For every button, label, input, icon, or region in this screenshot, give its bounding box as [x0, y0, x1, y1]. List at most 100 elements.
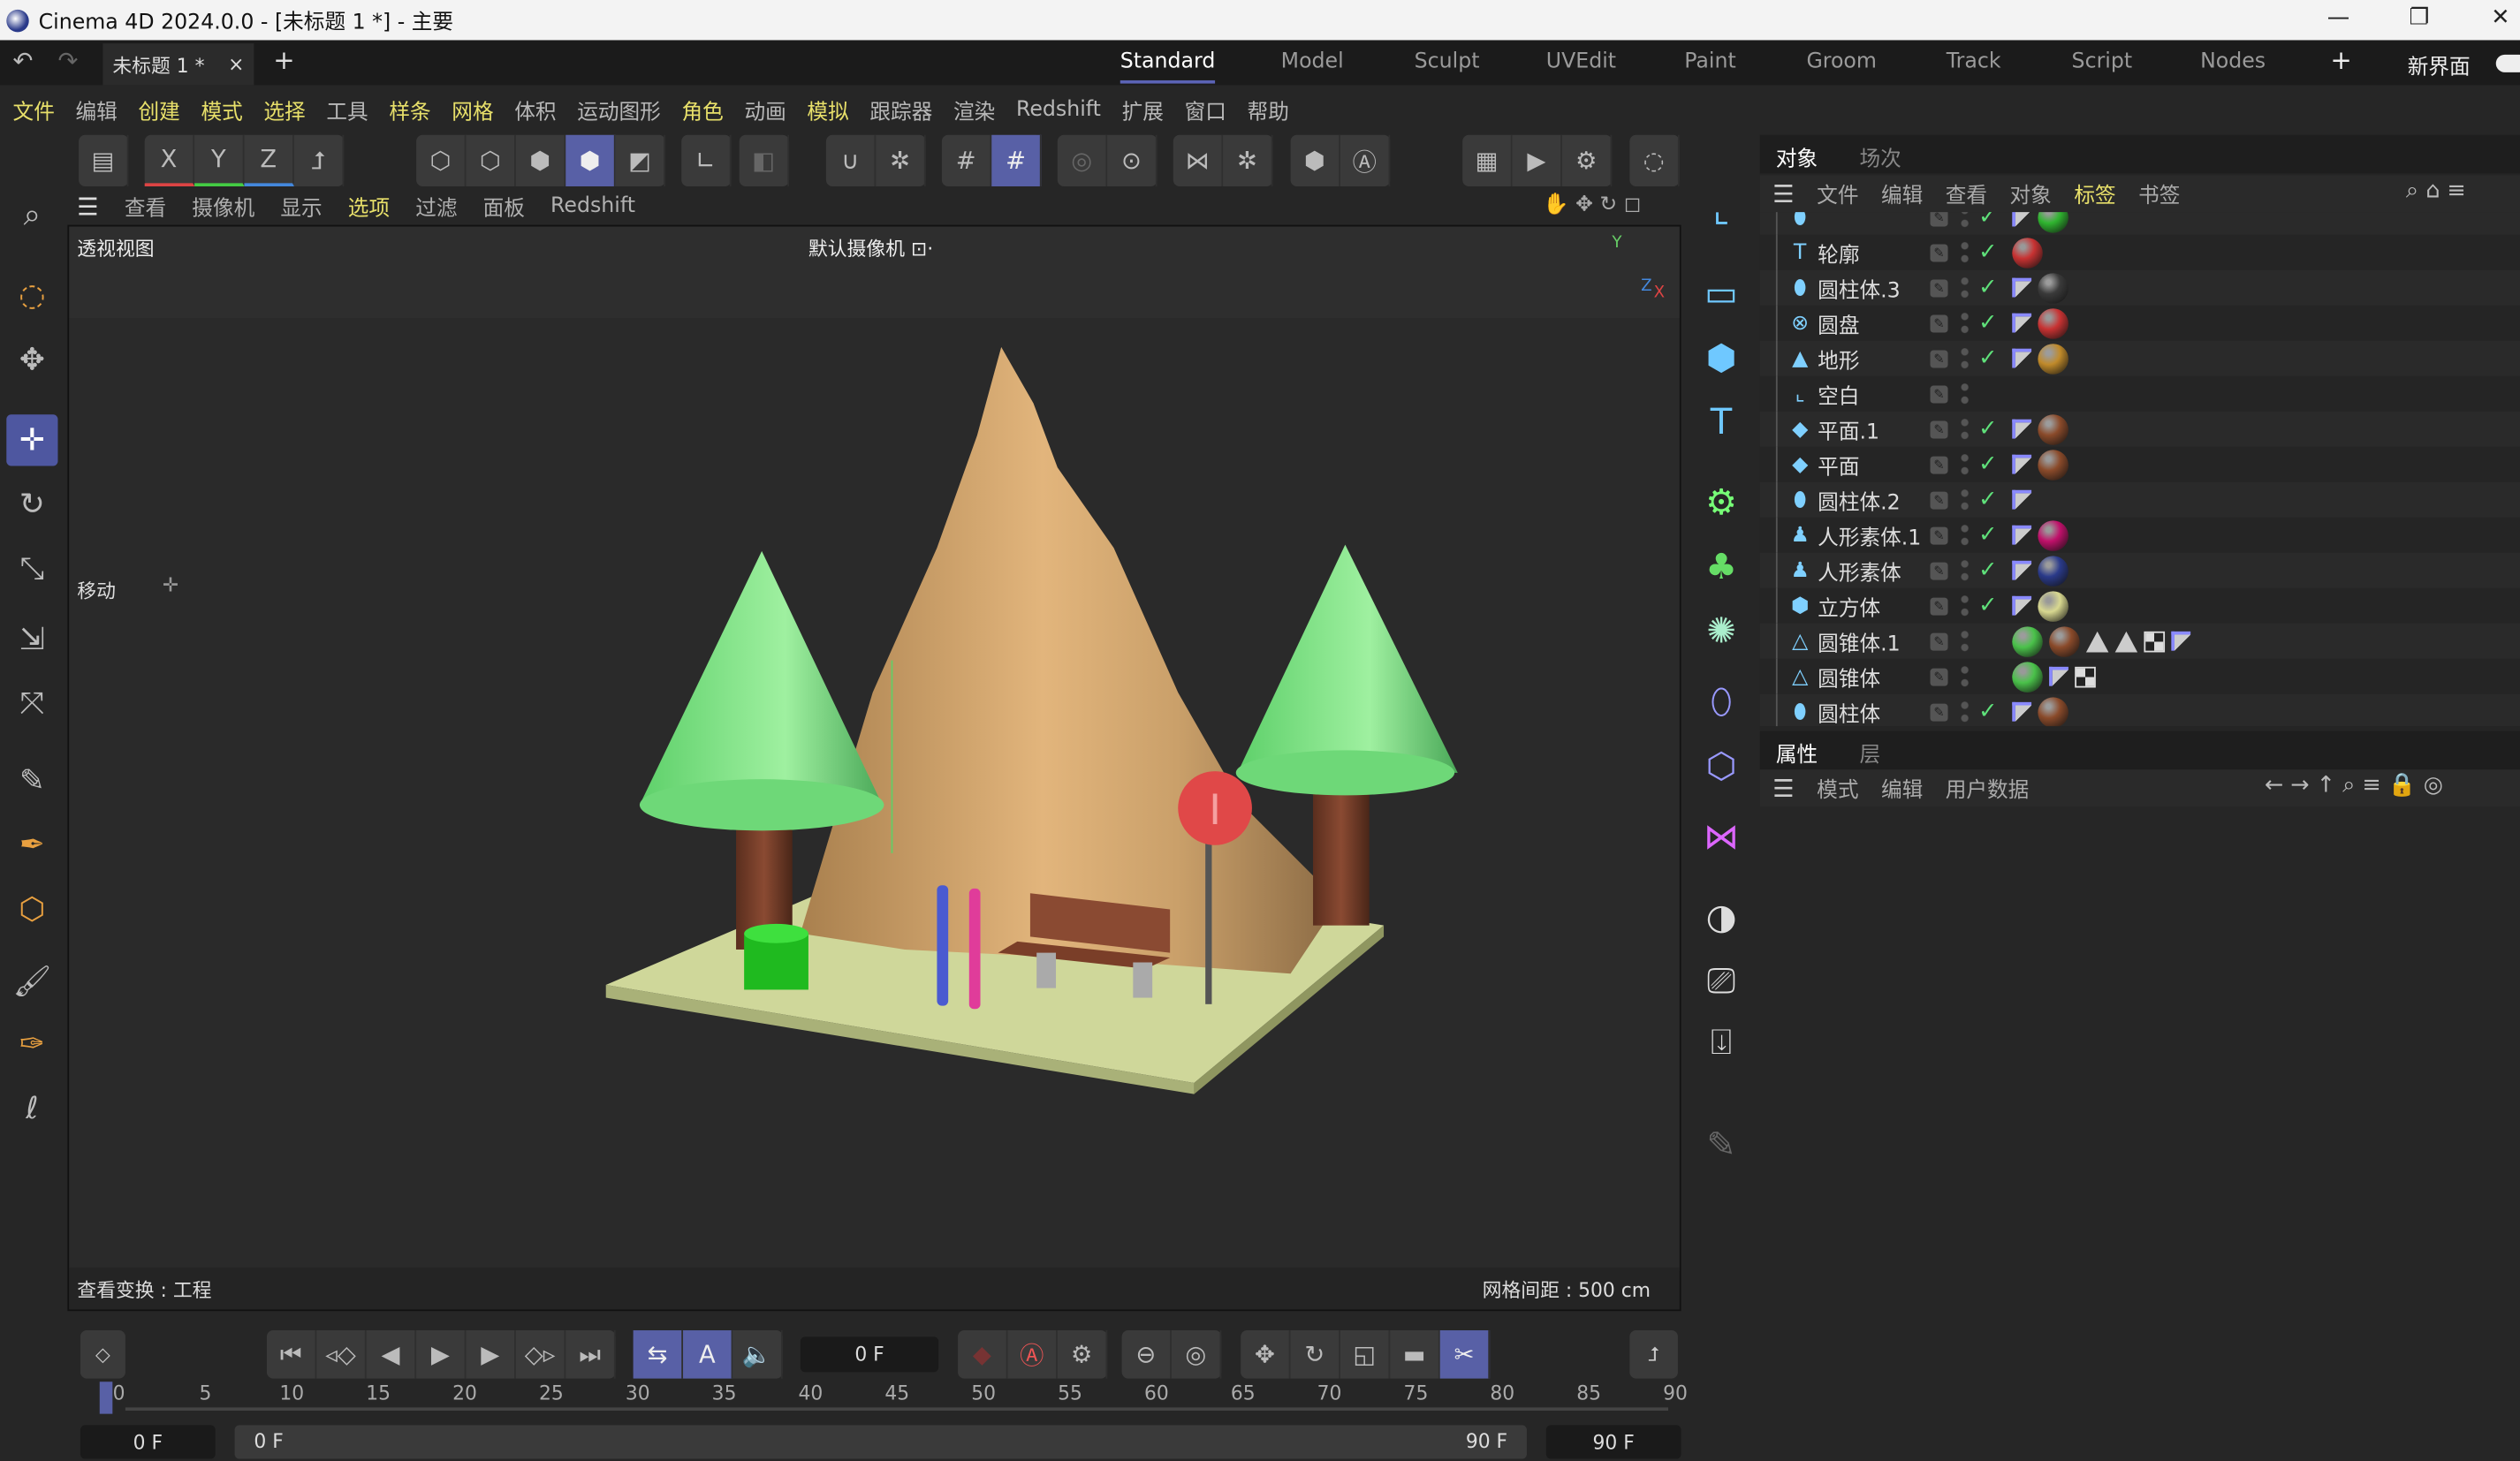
record-icon[interactable]: ◆ — [958, 1330, 1008, 1379]
object-row[interactable]: △ 圆锥体.1 ✎ — [1759, 623, 2520, 659]
om-hamburger-icon[interactable]: ☰ — [1772, 179, 1794, 208]
spline-pen-icon[interactable]: ✎ — [6, 755, 57, 806]
menu-redshift[interactable]: Redshift — [1016, 97, 1101, 121]
editable-toggle-icon[interactable]: ✎ — [1930, 526, 1948, 544]
attr-nav-icons[interactable]: ← → ↑ ⌕ ≡ 🔒 ◎ — [2265, 773, 2443, 799]
object-name[interactable]: 立方体 — [1818, 590, 1880, 621]
new-tab-button[interactable]: + — [273, 45, 294, 76]
move-tool-icon[interactable]: ✛ — [6, 414, 58, 466]
object-row[interactable]: ◆ 平面 ✎ ✓ — [1760, 446, 2520, 482]
material-tag-icon[interactable] — [2012, 661, 2043, 693]
editable-toggle-icon[interactable]: ✎ — [1930, 349, 1948, 367]
material-tag-icon[interactable] — [2038, 696, 2068, 727]
enabled-check-icon[interactable]: ✓ — [1978, 487, 1997, 512]
visibility-dots[interactable] — [1961, 381, 1970, 407]
current-frame-field[interactable]: 0 F — [800, 1336, 939, 1373]
visibility-dots[interactable] — [1961, 663, 1970, 690]
menu-volume[interactable]: 体积 — [514, 94, 556, 125]
redshift-icon[interactable]: ◌ — [1629, 134, 1680, 186]
visibility-dots[interactable] — [1961, 345, 1970, 372]
object-row[interactable]: ⬮ 圆柱体.2 ✎ ✓ — [1759, 481, 2520, 518]
phong-tag-icon[interactable] — [2012, 419, 2032, 439]
spline-smooth-icon[interactable]: ℓ — [6, 1083, 57, 1134]
object-name[interactable]: 圆柱体.2 — [1818, 484, 1901, 515]
phong-tag-icon[interactable] — [2012, 489, 2032, 510]
object-row[interactable]: ♟ 人形素体.1 ✎ ✓ — [1760, 517, 2520, 553]
object-name[interactable]: 地形 — [1818, 343, 1859, 374]
attr-menu-userdata[interactable]: 用户数据 — [1946, 773, 2030, 803]
move-handle-icon[interactable]: ✛ — [163, 573, 178, 595]
key-scale-icon[interactable]: ◱ — [1340, 1330, 1391, 1379]
editable-toggle-icon[interactable]: ✎ — [1930, 314, 1948, 332]
menu-extensions[interactable]: 扩展 — [1122, 94, 1164, 125]
close-button[interactable]: ✕ — [2491, 4, 2509, 30]
visibility-dots[interactable] — [1961, 416, 1970, 443]
material-tag-icon[interactable] — [2012, 237, 2043, 268]
undo-icon[interactable]: ↶ — [13, 47, 34, 76]
play-icon[interactable]: ▶ — [416, 1330, 467, 1379]
key-rotation-icon[interactable]: ↻ — [1291, 1330, 1340, 1379]
material-tag-icon[interactable] — [2038, 555, 2068, 586]
snap-settings-icon[interactable]: ✲ — [876, 134, 926, 186]
render-view-icon[interactable]: ▦ — [1462, 134, 1513, 186]
menu-tools[interactable]: 工具 — [326, 94, 368, 125]
material-tag-icon[interactable] — [2038, 449, 2068, 480]
autokey-timeline-icon[interactable]: A — [683, 1330, 733, 1379]
spline-rectangle-icon[interactable]: ▭ — [1694, 267, 1749, 322]
grid-lock-icon[interactable]: # — [991, 134, 1042, 186]
phong-tag-icon[interactable] — [2012, 277, 2032, 298]
menu-simulate[interactable]: 模拟 — [807, 94, 848, 125]
menu-animate[interactable]: 动画 — [744, 94, 786, 125]
workplane-icon[interactable]: ◎ — [1058, 134, 1108, 186]
enabled-check-icon[interactable]: ✓ — [1978, 451, 1997, 477]
layout-sculpt[interactable]: Sculpt — [1415, 49, 1480, 73]
autokey-icon[interactable]: Ⓐ — [1007, 1330, 1058, 1379]
visibility-dots[interactable] — [1961, 593, 1970, 619]
vp-menu-panel[interactable]: 面板 — [483, 191, 525, 222]
null-object-icon[interactable]: ⌞ — [1694, 183, 1749, 238]
key-position-icon[interactable]: ✥ — [1241, 1330, 1291, 1379]
phong-tag-icon[interactable] — [2012, 701, 2032, 722]
layout-standard[interactable]: Standard — [1120, 49, 1216, 84]
menu-spline[interactable]: 样条 — [389, 94, 430, 125]
end-frame-field[interactable]: 90 F — [1545, 1425, 1681, 1459]
enabled-check-icon[interactable]: ✓ — [1978, 239, 1997, 265]
menu-character[interactable]: 角色 — [681, 94, 723, 125]
menu-mode[interactable]: 模式 — [201, 94, 242, 125]
material-tag-icon[interactable] — [2038, 307, 2068, 338]
visibility-dots[interactable] — [1961, 212, 1970, 231]
layout-track[interactable]: Track — [1947, 49, 2001, 73]
menu-mesh[interactable]: 网格 — [452, 94, 493, 125]
visibility-dots[interactable] — [1961, 451, 1970, 478]
visibility-dots[interactable] — [1961, 699, 1970, 725]
object-row[interactable]: T 轮廓 ✎ ✓ — [1760, 234, 2520, 270]
visibility-dots[interactable] — [1961, 310, 1970, 337]
vp-menu-redshift[interactable]: Redshift — [550, 194, 635, 218]
layout-uvedit[interactable]: UVEdit — [1546, 49, 1616, 73]
om-menu-tags[interactable]: 标签 — [2074, 178, 2115, 208]
redo-icon[interactable]: ↷ — [57, 47, 78, 76]
attr-hamburger-icon[interactable]: ☰ — [1772, 774, 1794, 803]
field-icon[interactable]: ⬡ — [1694, 739, 1749, 794]
menu-window[interactable]: 窗口 — [1185, 94, 1226, 125]
grid-icon[interactable]: # — [942, 134, 992, 186]
polygons-mode-icon[interactable]: ⬢ — [516, 134, 566, 186]
menu-help[interactable]: 帮助 — [1248, 94, 1289, 125]
material-tag-icon[interactable] — [2049, 625, 2080, 657]
menu-create[interactable]: 创建 — [138, 94, 179, 125]
go-to-end-icon[interactable]: ⏭ — [565, 1330, 616, 1379]
phong-tag-icon[interactable] — [2049, 666, 2068, 686]
layout-toggle[interactable] — [2495, 54, 2520, 72]
snap-magnet-icon[interactable]: ∪ — [826, 134, 877, 186]
tab-takes[interactable]: 场次 — [1859, 141, 1901, 171]
editable-toggle-icon[interactable]: ✎ — [1930, 243, 1948, 261]
om-menu-object[interactable]: 对象 — [2010, 178, 2052, 208]
editable-toggle-icon[interactable]: ✎ — [1930, 490, 1948, 509]
key-pla-icon[interactable]: ✂ — [1439, 1330, 1491, 1379]
object-row[interactable]: ⊗ 圆盘 ✎ ✓ — [1760, 305, 2520, 341]
selection-tag-icon[interactable] — [2085, 630, 2109, 652]
loop-icon[interactable]: ⇆ — [633, 1330, 684, 1379]
add-layout-button[interactable]: + — [2330, 45, 2351, 76]
phong-tag-icon[interactable] — [2171, 631, 2191, 651]
enabled-check-icon[interactable]: ✓ — [1978, 593, 1997, 618]
